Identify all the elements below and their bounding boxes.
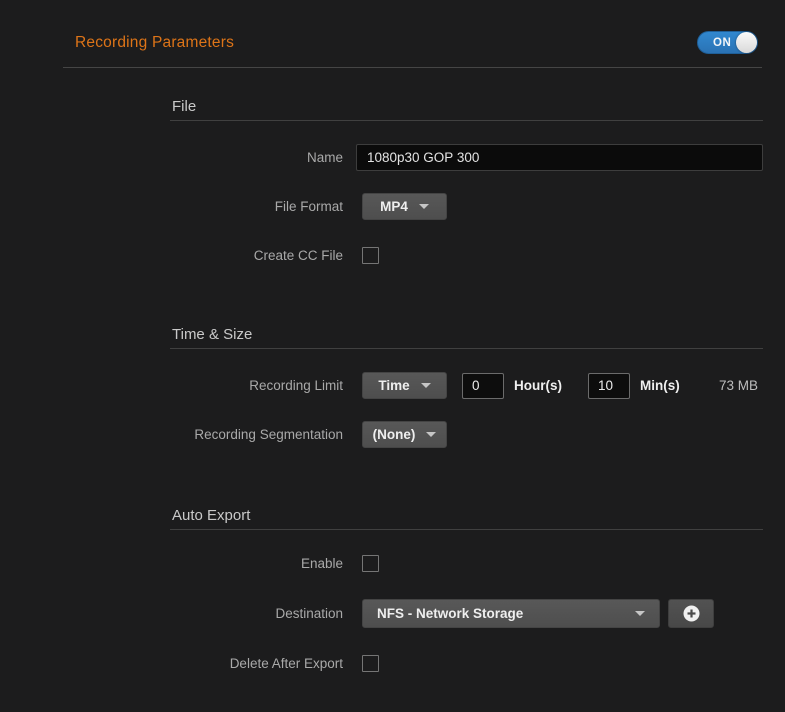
hours-unit-label: Hour(s): [514, 378, 562, 393]
destination-dropdown[interactable]: NFS - Network Storage: [362, 599, 660, 628]
toggle-knob[interactable]: [736, 32, 757, 53]
minutes-unit-label: Min(s): [640, 378, 680, 393]
enable-label: Enable: [63, 556, 343, 571]
enable-auto-export-checkbox[interactable]: [362, 555, 379, 572]
name-input[interactable]: [356, 144, 763, 171]
destination-label: Destination: [63, 606, 343, 621]
add-destination-button[interactable]: [668, 599, 714, 628]
file-section-divider: [170, 120, 763, 121]
plus-circle-icon: [683, 605, 700, 622]
recording-segmentation-row: Recording Segmentation (None): [63, 421, 763, 448]
recording-segmentation-dropdown[interactable]: (None): [362, 421, 447, 448]
create-cc-checkbox[interactable]: [362, 247, 379, 264]
section-heading-time-size: Time & Size: [172, 326, 763, 343]
recording-limit-type-value: Time: [378, 378, 409, 393]
chevron-down-icon: [426, 432, 436, 437]
estimated-size-value: 73 MB: [719, 378, 758, 393]
page-title: Recording Parameters: [75, 34, 234, 52]
recording-limit-label: Recording Limit: [63, 378, 343, 393]
minutes-input[interactable]: [588, 373, 630, 399]
recording-limit-type-dropdown[interactable]: Time: [362, 372, 447, 399]
hours-input[interactable]: [462, 373, 504, 399]
recording-on-off-toggle[interactable]: ON: [697, 31, 758, 54]
recording-limit-row: Recording Limit Time Hour(s) Min(s) 73 M…: [63, 372, 763, 399]
create-cc-row: Create CC File: [63, 242, 763, 269]
file-format-row: File Format MP4: [63, 193, 763, 220]
name-label: Name: [63, 150, 343, 165]
recording-segmentation-value: (None): [373, 427, 416, 442]
enable-row: Enable: [63, 550, 763, 577]
destination-row: Destination NFS - Network Storage: [63, 599, 763, 628]
chevron-down-icon: [421, 383, 431, 388]
panel-header: Recording Parameters ON: [0, 0, 785, 54]
time-size-section-divider: [170, 348, 763, 349]
chevron-down-icon: [635, 611, 645, 616]
section-heading-file: File: [172, 98, 763, 115]
file-format-label: File Format: [63, 199, 343, 214]
toggle-state-label: ON: [713, 37, 731, 49]
recording-segmentation-label: Recording Segmentation: [63, 427, 343, 442]
name-row: Name: [63, 144, 763, 171]
delete-after-export-row: Delete After Export: [63, 650, 763, 677]
delete-after-export-label: Delete After Export: [63, 656, 343, 671]
delete-after-export-checkbox[interactable]: [362, 655, 379, 672]
auto-export-section-divider: [170, 529, 763, 530]
file-format-dropdown[interactable]: MP4: [362, 193, 447, 220]
section-heading-auto-export: Auto Export: [172, 507, 763, 524]
recording-parameters-panel: Recording Parameters ON File Name File F…: [0, 0, 785, 712]
chevron-down-icon: [419, 204, 429, 209]
file-format-value: MP4: [380, 199, 408, 214]
destination-value: NFS - Network Storage: [377, 606, 635, 621]
create-cc-label: Create CC File: [63, 248, 343, 263]
header-divider: [63, 67, 762, 68]
